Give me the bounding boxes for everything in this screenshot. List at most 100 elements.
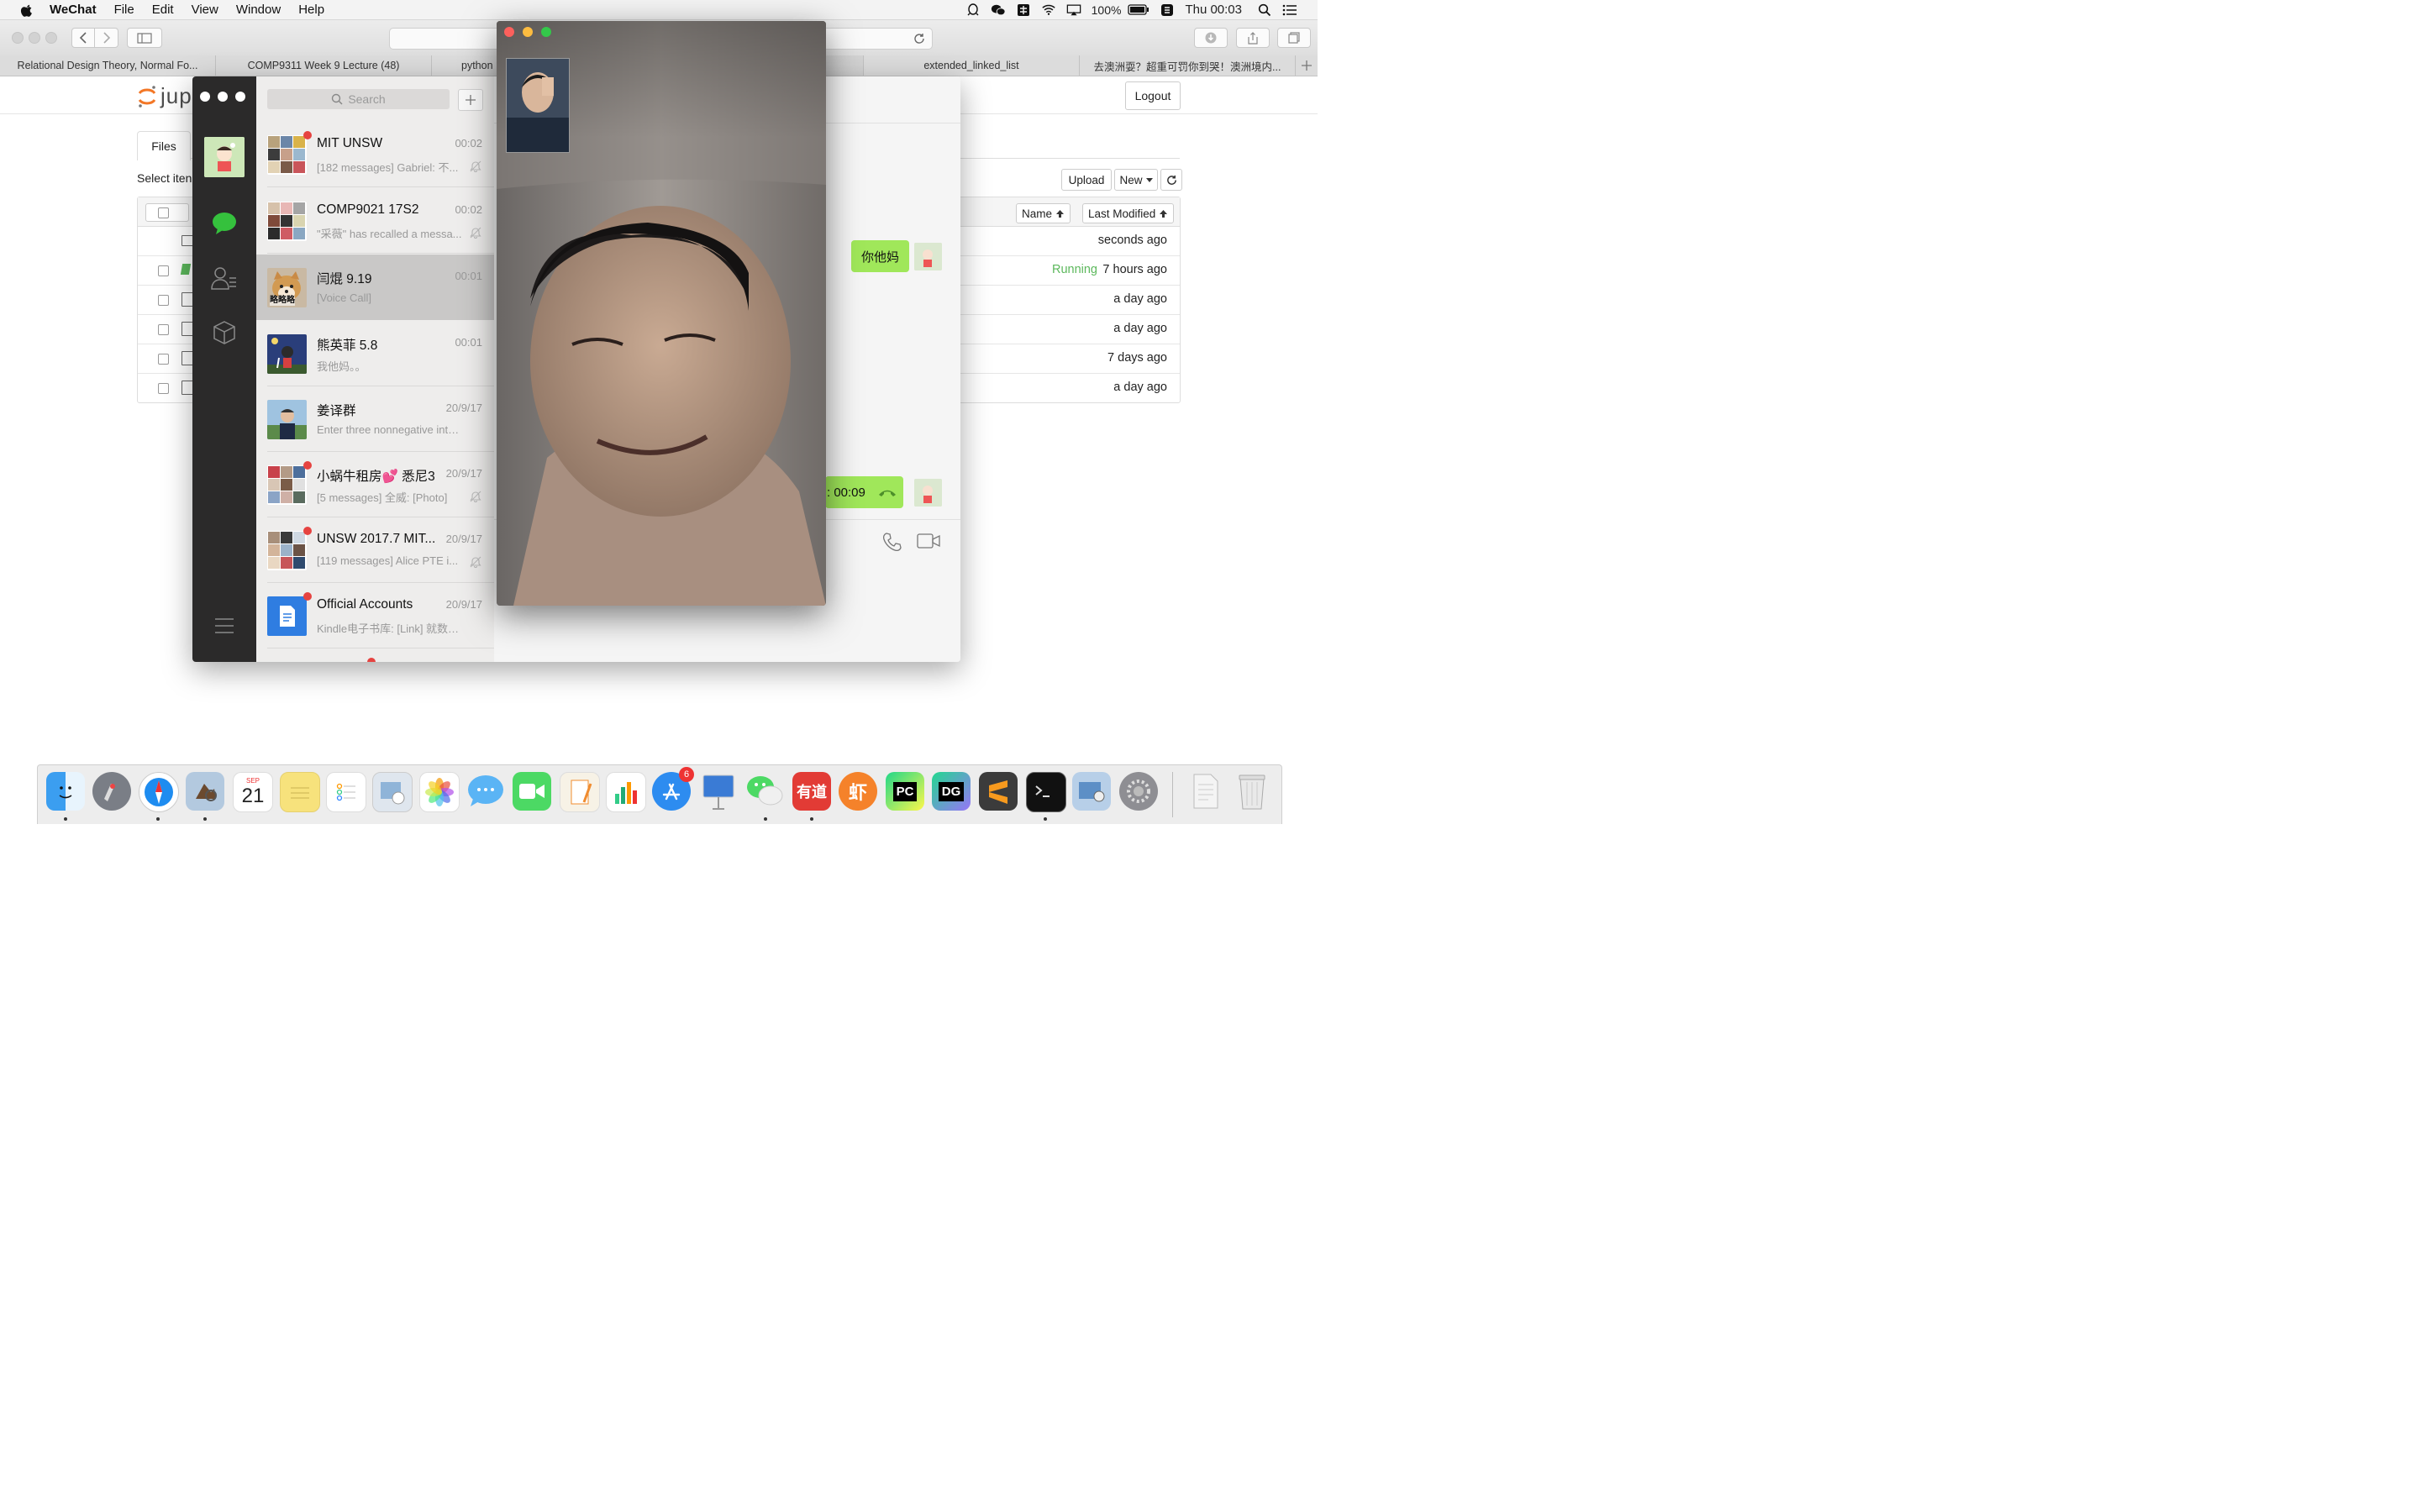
voice-call-icon[interactable] — [882, 532, 902, 552]
my-avatar[interactable] — [914, 479, 942, 507]
reminders-icon[interactable] — [326, 772, 366, 812]
chat-item-comp9021[interactable]: COMP9021 17S2 00:02 "采薇" has recalled a … — [256, 188, 494, 254]
avatar[interactable] — [204, 137, 245, 177]
photos-icon[interactable] — [419, 772, 460, 812]
youdao-icon[interactable]: 有道 — [792, 772, 831, 811]
wechat-icon[interactable] — [745, 772, 784, 811]
favorites-cube-icon[interactable] — [211, 319, 238, 346]
finder-icon[interactable] — [46, 772, 85, 811]
wifi-icon[interactable] — [1041, 3, 1056, 17]
notification-center-icon[interactable] — [1282, 3, 1297, 17]
jupyter-logo[interactable]: jup — [137, 83, 192, 109]
terminal-icon[interactable] — [1026, 772, 1066, 812]
window-zoom-button[interactable] — [45, 32, 57, 44]
system-preferences-icon[interactable] — [1119, 772, 1158, 811]
window-zoom-button[interactable] — [541, 27, 551, 37]
window-minimize-button[interactable] — [523, 27, 533, 37]
chat-item-contact[interactable]: 姜译群 20/9/17 Enter three nonnegative inte… — [256, 386, 494, 452]
refresh-button[interactable] — [1160, 169, 1182, 191]
window-close-button[interactable] — [504, 27, 514, 37]
chats-icon[interactable] — [211, 210, 238, 237]
menu-edit[interactable]: Edit — [152, 3, 174, 17]
photo-booth-icon[interactable] — [372, 772, 413, 812]
preview-icon[interactable] — [186, 772, 224, 811]
menu-app-name[interactable]: WeChat — [50, 3, 97, 17]
airplay-icon[interactable] — [1066, 3, 1081, 17]
window-close-button[interactable] — [200, 92, 210, 102]
row-checkbox[interactable] — [158, 265, 169, 276]
chat-item-mit-unsw[interactable]: MIT UNSW 00:02 [182 messages] Gabriel: 不… — [256, 122, 494, 187]
search-input[interactable]: Search — [267, 89, 450, 109]
image-capture-icon[interactable] — [1072, 772, 1111, 811]
menu-help[interactable]: Help — [298, 3, 324, 17]
upload-button[interactable]: Upload — [1061, 169, 1112, 191]
chat-item-group[interactable]: UNSW 2017.7 MIT... 20/9/17 [119 messages… — [256, 517, 494, 583]
menu-window[interactable]: Window — [236, 3, 281, 17]
window-minimize-button[interactable] — [29, 32, 40, 44]
row-checkbox[interactable] — [158, 324, 169, 335]
back-button[interactable] — [71, 28, 95, 48]
menu-view[interactable]: View — [192, 3, 218, 17]
trash-icon[interactable] — [1233, 772, 1271, 811]
tab-relational-design[interactable]: Relational Design Theory, Normal Fo... — [0, 55, 216, 76]
chat-item-group[interactable]: 小蜗牛租房💕 悉尼35 20/9/17 [5 messages] 全威: [Ph… — [256, 452, 494, 517]
reload-icon[interactable] — [913, 33, 925, 45]
input-method-icon[interactable] — [1016, 3, 1031, 17]
tab-extended-linked-list[interactable]: extended_linked_list — [864, 55, 1080, 76]
sort-name-button[interactable]: Name — [1016, 203, 1071, 223]
pages-icon[interactable] — [560, 772, 600, 812]
video-call-icon[interactable] — [917, 533, 940, 549]
menu-hamburger-icon[interactable] — [211, 612, 238, 639]
spotlight-search-icon[interactable] — [1257, 3, 1272, 17]
sublime-icon[interactable] — [979, 772, 1018, 811]
new-button[interactable]: New — [1114, 169, 1158, 191]
window-minimize-button[interactable] — [218, 92, 228, 102]
facetime-icon[interactable] — [513, 772, 551, 811]
safari-icon[interactable] — [139, 772, 179, 812]
chat-item-contact[interactable]: 熊英菲 5.8 00:01 我他妈。。 — [256, 321, 494, 386]
app-store-icon[interactable]: 6 — [652, 767, 694, 811]
select-all-control[interactable] — [145, 203, 189, 222]
battery-icon[interactable] — [1128, 3, 1150, 17]
logout-button[interactable]: Logout — [1125, 81, 1181, 110]
wechat-menubar-icon[interactable] — [991, 3, 1006, 17]
sidebar-toggle-button[interactable] — [127, 28, 162, 48]
keynote-icon[interactable] — [699, 772, 738, 811]
pycharm-icon[interactable]: PC — [886, 772, 924, 811]
tab-files[interactable]: Files — [137, 131, 191, 160]
messages-icon[interactable] — [466, 772, 505, 811]
row-checkbox[interactable] — [158, 354, 169, 365]
datagrip-icon[interactable]: DG — [932, 772, 971, 811]
tab-comp9311[interactable]: COMP9311 Week 9 Lecture (48) — [216, 55, 432, 76]
chat-item-active[interactable]: 略略略 闫焜 9.19 00:01 [Voice Call] — [256, 255, 494, 320]
scrobble-icon[interactable] — [1160, 3, 1175, 17]
downloads-button[interactable] — [1194, 28, 1228, 48]
self-video-preview[interactable] — [506, 58, 570, 153]
window-close-button[interactable] — [12, 32, 24, 44]
notes-icon[interactable] — [280, 772, 320, 812]
forward-button[interactable] — [94, 28, 118, 48]
sent-message-bubble[interactable]: 你他妈 — [851, 240, 910, 272]
call-record-bubble[interactable]: : 00:09 — [825, 476, 903, 508]
clock[interactable]: Thu 00:03 — [1185, 3, 1242, 17]
new-tab-button[interactable] — [1296, 55, 1318, 76]
contacts-icon[interactable] — [211, 265, 238, 291]
sort-modified-button[interactable]: Last Modified — [1082, 203, 1175, 223]
row-checkbox[interactable] — [158, 295, 169, 306]
menu-file[interactable]: File — [114, 3, 134, 17]
start-group-chat-button[interactable] — [458, 89, 483, 111]
numbers-icon[interactable] — [606, 772, 646, 812]
select-all-checkbox[interactable] — [158, 207, 169, 218]
qq-icon[interactable] — [965, 3, 981, 17]
share-button[interactable] — [1236, 28, 1270, 48]
my-avatar[interactable] — [914, 243, 942, 270]
row-checkbox[interactable] — [158, 383, 169, 394]
tabs-overview-button[interactable] — [1277, 28, 1311, 48]
document-icon[interactable] — [1186, 772, 1225, 811]
tab-news[interactable]: 去澳洲耍？超重可罚你到哭！澳洲境内... — [1080, 55, 1296, 76]
calendar-icon[interactable]: SEP 21 — [233, 772, 273, 812]
window-zoom-button[interactable] — [235, 92, 245, 102]
chat-item-official-accounts[interactable]: Official Accounts 20/9/17 Kindle电子书库: [L… — [256, 583, 494, 648]
apple-icon[interactable] — [19, 3, 34, 18]
xiami-icon[interactable]: 虾 — [839, 772, 877, 811]
